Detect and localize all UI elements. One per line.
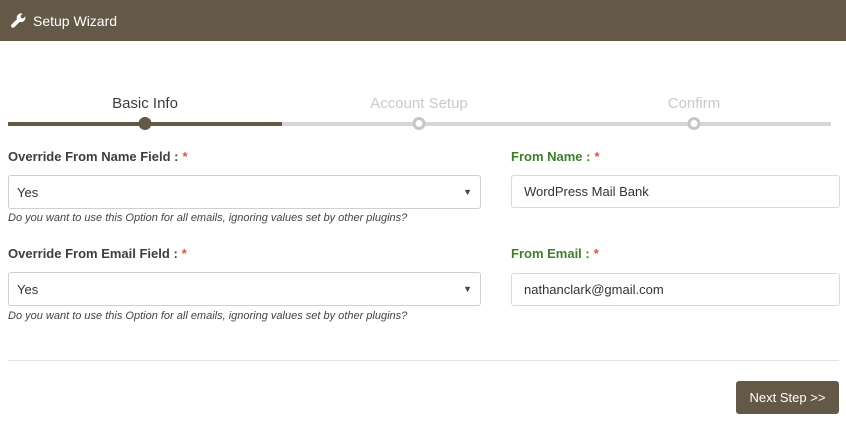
required-mark: *	[594, 149, 600, 164]
from-email-label: From Email : *	[511, 246, 599, 261]
from-email-input[interactable]: nathanclark@gmail.com	[511, 273, 840, 306]
wizard-progress: Basic Info Account Setup Confirm	[8, 88, 831, 132]
required-mark: *	[182, 149, 188, 164]
step-label-account-setup: Account Setup	[370, 95, 468, 112]
override-name-select[interactable]: Yes ▼	[8, 175, 481, 209]
override-name-label-text: Override From Name Field :	[8, 149, 179, 164]
from-name-value: WordPress Mail Bank	[524, 184, 649, 199]
from-email-value: nathanclark@gmail.com	[524, 282, 664, 297]
override-email-select[interactable]: Yes ▼	[8, 272, 481, 306]
step-label-basic-info: Basic Info	[112, 95, 178, 112]
wrench-icon	[11, 13, 26, 28]
divider	[8, 360, 839, 361]
from-name-input[interactable]: WordPress Mail Bank	[511, 175, 840, 208]
step-dot-account-setup	[412, 117, 426, 130]
override-email-help: Do you want to use this Option for all e…	[8, 310, 408, 322]
from-name-label-text: From Name :	[511, 149, 591, 164]
page-title: Setup Wizard	[33, 12, 118, 29]
required-mark: *	[181, 246, 187, 261]
override-name-help: Do you want to use this Option for all e…	[8, 212, 408, 224]
override-name-value: Yes	[17, 184, 39, 200]
caret-down-icon: ▼	[463, 187, 472, 197]
override-email-value: Yes	[17, 281, 39, 297]
step-label-confirm: Confirm	[667, 95, 721, 112]
caret-down-icon: ▼	[463, 284, 472, 294]
header-bar: Setup Wizard	[0, 0, 846, 41]
from-name-label: From Name : *	[511, 149, 600, 164]
override-email-label: Override From Email Field : *	[8, 246, 187, 261]
required-mark: *	[593, 246, 599, 261]
from-email-label-text: From Email :	[511, 246, 590, 261]
override-name-label: Override From Name Field : *	[8, 149, 188, 164]
step-dot-confirm	[687, 117, 701, 130]
step-dot-basic-info	[138, 117, 152, 130]
override-email-label-text: Override From Email Field :	[8, 246, 178, 261]
next-step-button[interactable]: Next Step >>	[736, 381, 839, 414]
